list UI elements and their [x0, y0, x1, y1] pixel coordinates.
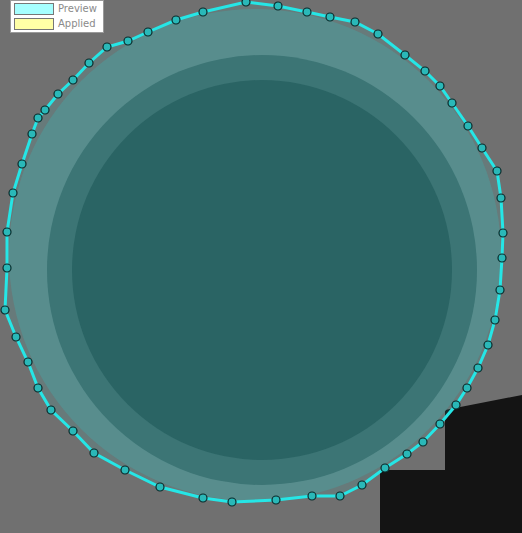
vertex-handle[interactable] — [272, 496, 280, 504]
vertex-handle[interactable] — [351, 18, 359, 26]
vertex-handle[interactable] — [464, 122, 472, 130]
vertex-handle[interactable] — [3, 228, 11, 236]
vertex-handle[interactable] — [156, 483, 164, 491]
legend-swatch — [14, 18, 54, 30]
vertex-handle[interactable] — [172, 16, 180, 24]
vertex-handle[interactable] — [403, 450, 411, 458]
vertex-handle[interactable] — [12, 333, 20, 341]
vertex-handle[interactable] — [499, 229, 507, 237]
vertex-handle[interactable] — [274, 2, 282, 10]
vertex-handle[interactable] — [498, 254, 506, 262]
vertex-handle[interactable] — [326, 13, 334, 21]
vertex-handle[interactable] — [47, 406, 55, 414]
vertex-handle[interactable] — [491, 316, 499, 324]
vertex-handle[interactable] — [34, 114, 42, 122]
legend-item[interactable]: Applied — [14, 17, 97, 31]
vertex-handle[interactable] — [9, 189, 17, 197]
vertex-handle[interactable] — [3, 264, 11, 272]
vertex-handle[interactable] — [478, 144, 486, 152]
vertex-handle[interactable] — [24, 358, 32, 366]
vertex-handle[interactable] — [493, 167, 501, 175]
vertex-handle[interactable] — [381, 464, 389, 472]
vertex-handle[interactable] — [103, 43, 111, 51]
legend: Preview Applied — [10, 0, 104, 33]
vertex-handle[interactable] — [144, 28, 152, 36]
vertex-handle[interactable] — [448, 99, 456, 107]
vertex-handle[interactable] — [452, 401, 460, 409]
vertex-handle[interactable] — [41, 106, 49, 114]
vertex-handle[interactable] — [463, 384, 471, 392]
legend-label: Preview — [58, 3, 97, 15]
legend-label: Applied — [58, 18, 96, 30]
vertex-handle[interactable] — [34, 384, 42, 392]
vertex-handle[interactable] — [54, 90, 62, 98]
vertex-handle[interactable] — [308, 492, 316, 500]
vertex-handle[interactable] — [401, 51, 409, 59]
vertex-handle[interactable] — [199, 494, 207, 502]
vertex-handle[interactable] — [69, 76, 77, 84]
microscopy-image — [0, 0, 522, 533]
vertex-handle[interactable] — [484, 341, 492, 349]
vertex-handle[interactable] — [303, 8, 311, 16]
vertex-handle[interactable] — [124, 37, 132, 45]
annotation-polygon[interactable] — [5, 2, 503, 502]
vertex-handle[interactable] — [374, 30, 382, 38]
vertex-handle[interactable] — [497, 194, 505, 202]
vertex-handle[interactable] — [199, 8, 207, 16]
vertex-handle[interactable] — [496, 286, 504, 294]
vertex-handle[interactable] — [90, 449, 98, 457]
image-canvas[interactable]: Preview Applied — [0, 0, 522, 533]
vertex-handle[interactable] — [358, 481, 366, 489]
vertex-handle[interactable] — [242, 0, 250, 6]
vertex-handle[interactable] — [228, 498, 236, 506]
vertex-handle[interactable] — [1, 306, 9, 314]
vertex-handle[interactable] — [421, 67, 429, 75]
vertex-handle[interactable] — [18, 160, 26, 168]
vertex-handle[interactable] — [474, 364, 482, 372]
vertex-handle[interactable] — [436, 420, 444, 428]
vertex-handle[interactable] — [121, 466, 129, 474]
vertex-handle[interactable] — [336, 492, 344, 500]
legend-swatch — [14, 3, 54, 15]
vertex-handle[interactable] — [85, 59, 93, 67]
vertex-handle[interactable] — [28, 130, 36, 138]
vertex-handle[interactable] — [419, 438, 427, 446]
vertex-handle[interactable] — [69, 427, 77, 435]
legend-item[interactable]: Preview — [14, 2, 97, 16]
vertex-handle[interactable] — [436, 82, 444, 90]
